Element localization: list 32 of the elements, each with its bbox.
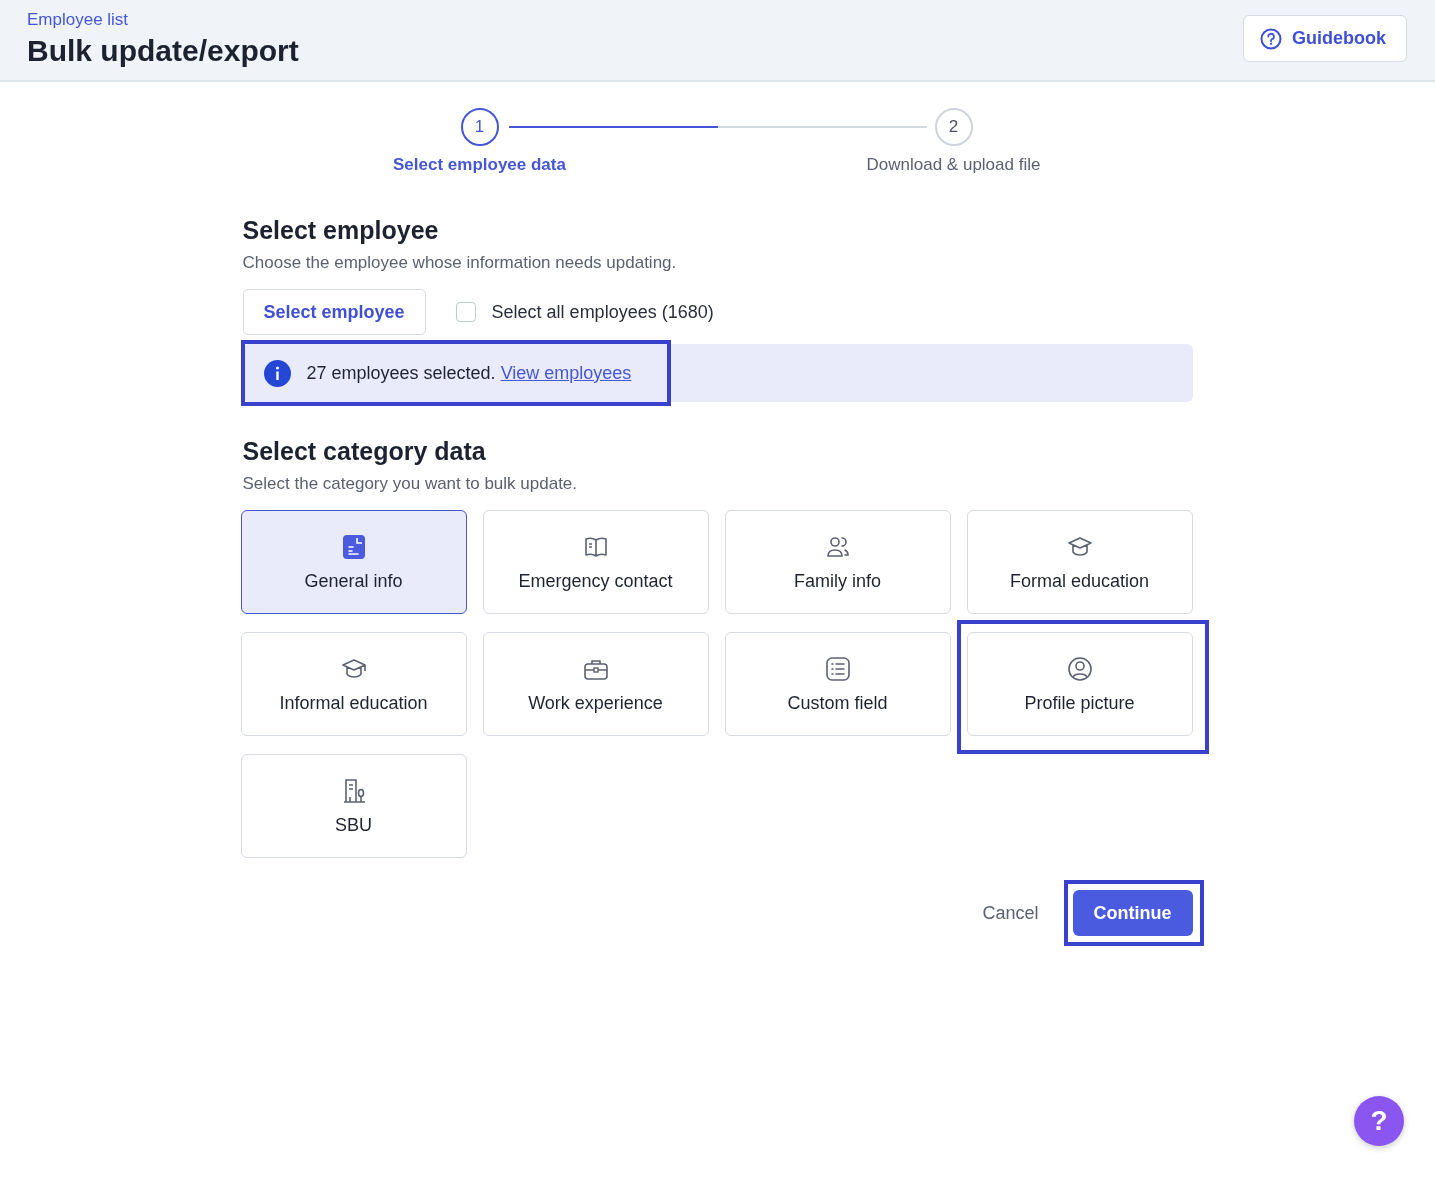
info-text: 27 employees selected. View employees [306,362,632,384]
page-title: Bulk update/export [27,34,299,68]
checkbox[interactable] [455,302,476,322]
list-icon [823,654,852,683]
breadcrumb-link[interactable]: Employee list [27,10,129,30]
category-card[interactable]: Family info [724,510,951,614]
step-number[interactable]: 2 [934,108,973,146]
section-heading: Select category data [242,437,487,466]
step-number[interactable]: 1 [460,108,499,146]
section-description: Choose the employee whose information needs updating. [242,253,678,273]
step-label: Select employee data [393,155,566,175]
category-card[interactable]: Work experience [482,632,709,736]
checkbox-label: Select all employees (1680) [491,301,714,323]
view-employees-link[interactable]: View employees [500,362,632,383]
step-label: Download & upload file [866,155,1041,175]
category-card[interactable]: Informal education [240,632,467,736]
section-heading: Select employee [242,216,440,245]
section-description: Select the category you want to bulk update. [242,474,579,494]
category-card[interactable]: Emergency contact [482,510,709,614]
help-button[interactable]: ? [1354,1096,1404,1146]
continue-button[interactable]: Continue [1072,890,1193,936]
select-employee-button[interactable]: Select employee [242,289,426,335]
category-card[interactable]: SBU [240,754,467,858]
cancel-button[interactable]: Cancel [976,896,1045,930]
category-card[interactable]: Profile picture [966,632,1193,736]
help-icon [1260,27,1282,50]
user-circle-icon [1065,654,1094,683]
category-card[interactable]: Custom field [724,632,951,736]
category-card[interactable]: Formal education [966,510,1193,614]
guidebook-button[interactable]: Guidebook [1243,15,1407,62]
category-card[interactable]: General info [240,510,467,614]
info-icon [263,359,291,387]
